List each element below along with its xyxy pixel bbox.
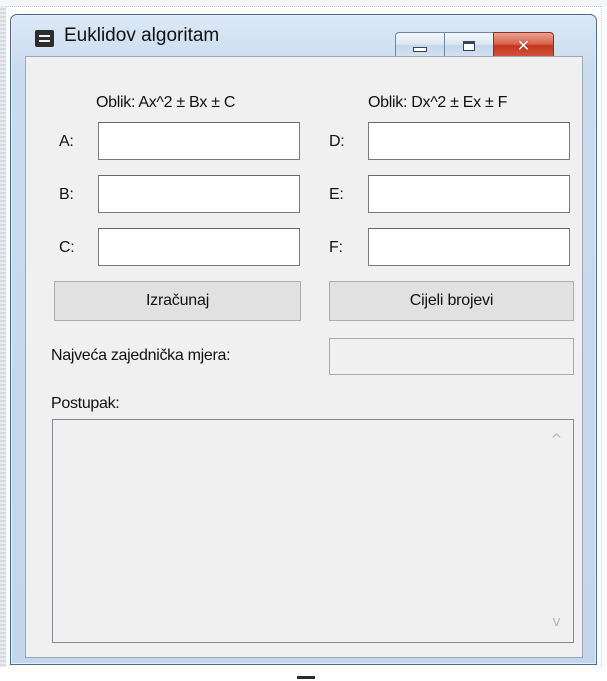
label-e: E:: [329, 186, 344, 203]
steps-label: Postupak:: [51, 395, 120, 412]
maximize-icon: [463, 40, 475, 51]
desktop-edge-left: [0, 6, 6, 681]
close-button[interactable]: ✕: [493, 32, 554, 59]
label-d: D:: [329, 133, 345, 150]
label-b: B:: [59, 186, 74, 203]
desktop-edge-top: [0, 0, 607, 7]
desktop-edge-right: [601, 6, 607, 681]
input-a[interactable]: [98, 122, 300, 160]
steps-scrollbar[interactable]: ^ v: [540, 420, 573, 642]
integers-button[interactable]: Cijeli brojevi: [329, 281, 574, 321]
input-f[interactable]: [368, 228, 570, 266]
label-a: A:: [59, 133, 74, 150]
calculate-button[interactable]: Izračunaj: [54, 281, 301, 321]
label-f: F:: [329, 239, 343, 256]
taskbar-marker: [297, 676, 315, 679]
input-e[interactable]: [368, 175, 570, 213]
input-b[interactable]: [98, 175, 300, 213]
close-icon: ✕: [516, 35, 531, 55]
scroll-down-icon[interactable]: v: [540, 608, 573, 636]
app-icon[interactable]: [35, 30, 54, 47]
steps-textarea[interactable]: ^ v: [52, 419, 574, 643]
input-d[interactable]: [368, 122, 570, 160]
input-c[interactable]: [98, 228, 300, 266]
minimize-button[interactable]: [395, 32, 445, 59]
form-right-label: Oblik: Dx^2 ± Ex ± F: [368, 94, 508, 111]
scroll-up-icon[interactable]: ^: [540, 426, 573, 454]
label-c: C:: [59, 239, 75, 256]
gcd-result-field[interactable]: [329, 338, 574, 375]
gcd-label: Najveća zajednička mjera:: [51, 347, 231, 364]
window-title: Euklidov algoritam: [64, 25, 220, 46]
minimize-icon: [413, 47, 427, 52]
form-left-label: Oblik: Ax^2 ± Bx ± C: [96, 94, 236, 111]
maximize-button[interactable]: [444, 32, 494, 59]
